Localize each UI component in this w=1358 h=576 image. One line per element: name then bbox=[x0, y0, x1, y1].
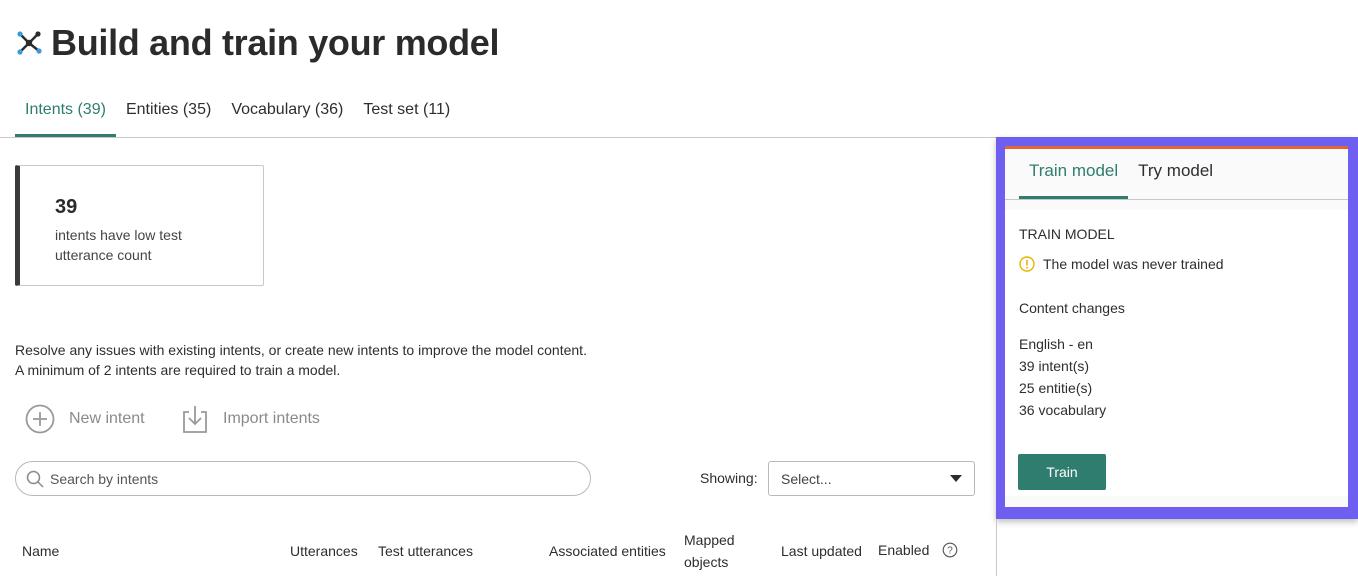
filter-select-value: Select... bbox=[781, 470, 832, 487]
stat-label: intents have low test utterance count bbox=[55, 227, 182, 263]
page: Build and train your model Intents (39) … bbox=[0, 0, 1358, 576]
panel-tabs: Train model Try model bbox=[1019, 157, 1223, 199]
main-tabs: Intents (39) Entities (35) Vocabulary (3… bbox=[15, 96, 460, 138]
add-circle-icon bbox=[25, 404, 55, 434]
stat-number: 39 bbox=[55, 196, 78, 218]
tab-train-model[interactable]: Train model bbox=[1019, 157, 1129, 199]
page-title: Build and train your model bbox=[51, 22, 500, 63]
search-box bbox=[15, 461, 591, 496]
panel-divider bbox=[1005, 199, 1348, 200]
change-vocabulary: 36 vocabulary bbox=[1019, 402, 1107, 418]
info-line-2: A minimum of 2 intents are required to t… bbox=[15, 362, 341, 378]
warning-icon bbox=[1019, 256, 1035, 272]
content-changes-title: Content changes bbox=[1019, 300, 1125, 316]
column-header-last-updated[interactable]: Last updated bbox=[781, 540, 862, 562]
showing-label: Showing: bbox=[700, 470, 758, 486]
column-header-test-utterances[interactable]: Test utterances bbox=[378, 540, 473, 562]
train-button[interactable]: Train bbox=[1018, 454, 1106, 490]
help-icon[interactable]: ? bbox=[942, 542, 958, 558]
info-line-1: Resolve any issues with existing intents… bbox=[15, 342, 587, 358]
panel-top-accent bbox=[1005, 146, 1348, 149]
tabs-divider bbox=[0, 137, 996, 138]
new-intent-label: New intent bbox=[69, 410, 145, 427]
search-icon bbox=[26, 470, 44, 488]
tab-entities[interactable]: Entities (35) bbox=[116, 96, 221, 138]
column-header-associated-entities[interactable]: Associated entities bbox=[549, 540, 666, 562]
content-changes-list: English - en 39 intent(s) 25 entitie(s) … bbox=[1019, 333, 1106, 421]
column-header-mapped-objects[interactable]: Mapped objects bbox=[684, 529, 748, 573]
tab-test-set[interactable]: Test set (11) bbox=[353, 96, 460, 138]
change-entities: 25 entitie(s) bbox=[1019, 380, 1093, 396]
new-intent-button[interactable]: New intent bbox=[25, 404, 145, 434]
warning-text: The model was never trained bbox=[1043, 256, 1224, 272]
training-status: The model was never trained bbox=[1019, 256, 1224, 272]
change-intents: 39 intent(s) bbox=[1019, 358, 1090, 374]
change-language: English - en bbox=[1019, 336, 1093, 352]
column-header-utterances[interactable]: Utterances bbox=[290, 540, 358, 562]
tab-vocabulary[interactable]: Vocabulary (36) bbox=[221, 96, 353, 138]
import-icon bbox=[183, 406, 207, 433]
chevron-down-icon bbox=[950, 474, 962, 482]
tab-intents[interactable]: Intents (39) bbox=[15, 96, 116, 138]
panel-body: TRAIN MODEL The model was never trained … bbox=[1005, 210, 1348, 496]
panel-heading: TRAIN MODEL bbox=[1019, 226, 1115, 242]
train-panel: Train model Try model TRAIN MODEL The mo… bbox=[1005, 146, 1348, 507]
info-text: Resolve any issues with existing intents… bbox=[15, 340, 587, 380]
model-network-icon bbox=[17, 31, 42, 55]
search-input[interactable] bbox=[50, 470, 550, 487]
import-intents-button[interactable]: Import intents bbox=[181, 404, 320, 434]
svg-text:?: ? bbox=[947, 546, 953, 557]
column-header-name[interactable]: Name bbox=[22, 540, 59, 562]
low-test-utterance-card[interactable]: 39 intents have low test utterance count bbox=[15, 165, 264, 286]
filter-select[interactable]: Select... bbox=[768, 461, 975, 496]
column-header-enabled[interactable]: Enabled bbox=[878, 539, 929, 561]
right-column-divider bbox=[996, 519, 997, 576]
page-header: Build and train your model bbox=[15, 22, 500, 64]
tab-try-model[interactable]: Try model bbox=[1128, 157, 1223, 185]
import-intents-label: Import intents bbox=[223, 410, 320, 427]
